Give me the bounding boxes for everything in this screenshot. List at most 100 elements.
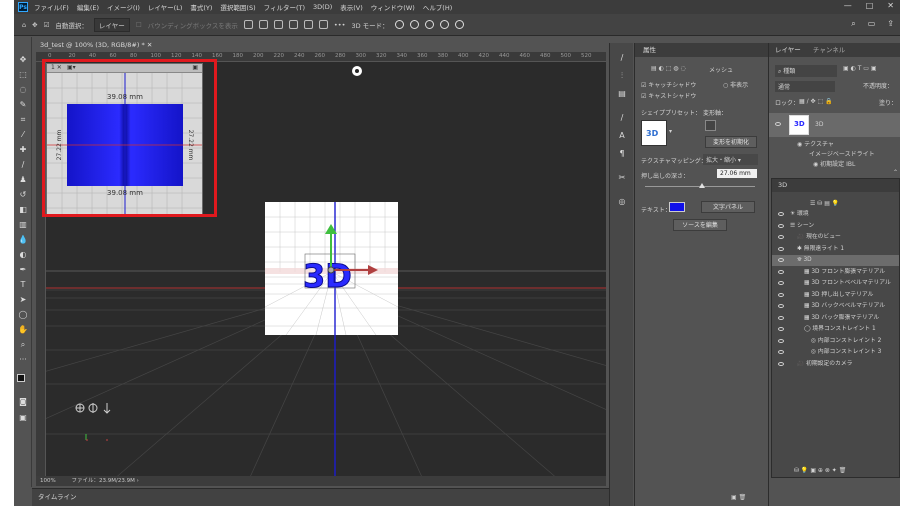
scene-item-visibility-eye-icon[interactable] <box>778 338 784 343</box>
pan-3d-icon[interactable] <box>424 20 434 29</box>
properties-title[interactable]: 属性 <box>643 46 656 54</box>
menu-help[interactable]: ヘルプ(H) <box>423 2 452 12</box>
zoom-level[interactable]: 100% <box>40 478 56 484</box>
scene-item[interactable]: ▦ 3D バックベベルマテリアル <box>772 301 899 312</box>
brush-tool-icon[interactable]: ∕ <box>18 160 28 170</box>
text-color-swatch[interactable] <box>669 202 685 212</box>
channels-tab[interactable]: チャンネル <box>813 46 845 54</box>
lasso-tool-icon[interactable]: ◌ <box>18 85 28 95</box>
orbit-3d-icon[interactable] <box>394 20 404 29</box>
hand-tool-icon[interactable]: ✋ <box>18 325 28 335</box>
scale-3d-icon[interactable] <box>454 20 464 29</box>
scene-item-visibility-eye-icon[interactable] <box>778 258 784 262</box>
deform-axis-widget[interactable] <box>705 120 716 131</box>
scene-item-visibility-eye-icon[interactable] <box>778 223 784 228</box>
pen-tool-icon[interactable]: ✒ <box>18 265 28 275</box>
scene-item[interactable]: ▦ 3D 押し出しマテリアル <box>772 290 899 301</box>
scene-item-visibility-eye-icon[interactable] <box>778 292 784 297</box>
quick-mask-icon[interactable]: ◙ <box>18 397 28 407</box>
slide-3d-icon[interactable] <box>439 20 449 29</box>
healing-brush-icon[interactable]: ✚ <box>18 145 28 155</box>
menu-filter[interactable]: フィルター(T) <box>264 2 305 12</box>
align-bottom-icon[interactable] <box>273 20 283 29</box>
timeline-tab[interactable]: タイムライン <box>38 493 77 501</box>
scene-item-visibility-eye-icon[interactable] <box>778 350 784 354</box>
3d-filter-icons[interactable]: ☰ ⛁ ▤ 💡 <box>810 200 839 207</box>
move-tool-icon[interactable]: ✥ <box>18 55 28 65</box>
adjust-panel-icon[interactable]: ⫶ <box>617 71 627 81</box>
shape-tool-icon[interactable]: ◯ <box>18 310 28 320</box>
layer-row-3d[interactable]: 3D 3D <box>769 113 900 137</box>
character-panel-icon[interactable]: A <box>617 131 627 141</box>
scene-item-visibility-eye-icon[interactable] <box>778 269 784 274</box>
maximize-button[interactable]: □ <box>866 1 874 10</box>
menu-image[interactable]: イメージ(I) <box>107 2 140 12</box>
layer-filter-icons[interactable]: ▣ ◐ T ▭ ▣ <box>843 65 877 72</box>
scene-item-visibility-eye-icon[interactable] <box>778 246 784 251</box>
menu-select[interactable]: 選択範囲(S) <box>220 2 255 12</box>
scene-item-visibility-eye-icon[interactable] <box>778 304 784 308</box>
props-bottom-icons[interactable]: ▣ 🗑 <box>731 494 746 501</box>
foreground-color-swatch[interactable] <box>17 374 25 382</box>
menu-view[interactable]: 表示(V) <box>340 2 363 12</box>
texture-mapping-dropdown[interactable]: 拡大・縮小 ▾ <box>703 154 758 165</box>
shape-preset-thumbnail[interactable]: 3D <box>641 120 667 146</box>
workspace-icon[interactable]: ▭ <box>868 19 876 29</box>
crop-tool-icon[interactable]: ⌗ <box>18 115 28 125</box>
type-tool-icon[interactable]: T <box>18 280 28 290</box>
extrusion-depth-input[interactable]: 27.06 mm <box>717 169 757 178</box>
invisible-checkbox[interactable]: ○ 非表示 <box>723 80 748 89</box>
gradient-tool-icon[interactable]: ▥ <box>18 220 28 230</box>
edit-toolbar-icon[interactable]: ··· <box>18 355 28 365</box>
scene-item[interactable]: ◎ 内部コンストレイント 2 <box>772 336 899 347</box>
edit-source-button[interactable]: ソースを編集 <box>673 219 727 231</box>
reset-deform-button[interactable]: 変形を初期化 <box>705 136 757 148</box>
home-icon[interactable]: ⌂ <box>22 21 26 29</box>
default-ibl-label[interactable]: ◉ 初期設定 IBL <box>813 159 855 168</box>
move-tool-icon[interactable]: ✥ <box>32 21 37 29</box>
scene-item[interactable]: ⛯ 3D <box>772 255 899 266</box>
dodge-tool-icon[interactable]: ◐ <box>18 250 28 260</box>
menu-edit[interactable]: 編集(E) <box>77 2 99 12</box>
close-tab-icon[interactable]: ✕ <box>147 41 152 49</box>
share-icon[interactable]: ⇪ <box>887 19 894 29</box>
blend-mode-dropdown[interactable]: 通常 <box>775 81 835 92</box>
scene-item[interactable]: 🎥 初期設定のカメラ <box>772 359 899 370</box>
scene-item[interactable]: ✱ 無限遠ライト 1 <box>772 244 899 255</box>
3d-panel-icon[interactable]: ◎ <box>617 197 627 207</box>
scene-item-visibility-eye-icon[interactable] <box>778 212 784 216</box>
scene-item-visibility-eye-icon[interactable] <box>778 281 784 285</box>
status-arrow-icon[interactable]: › <box>137 478 139 484</box>
scene-item[interactable]: ▦ 3D フロント膨張マテリアル <box>772 267 899 278</box>
lock-icons[interactable]: ▦ ∕ ✥ ⬚ 🔒 <box>799 98 833 105</box>
layer-filter-dropdown[interactable]: ⌕ 種類 <box>775 65 837 77</box>
eraser-tool-icon[interactable]: ◧ <box>18 205 28 215</box>
cast-shadow-checkbox[interactable]: ☑ キャストシャドウ <box>641 91 696 100</box>
scene-item[interactable]: ◯ 境界コンストレイント 1 <box>772 324 899 335</box>
marquee-tool-icon[interactable]: ⬚ <box>18 70 28 80</box>
menu-layer[interactable]: レイヤー(L) <box>148 2 183 12</box>
auto-select-dropdown[interactable]: レイヤー <box>93 17 130 32</box>
align-left-icon[interactable] <box>288 20 298 29</box>
menu-file[interactable]: ファイル(F) <box>34 2 69 12</box>
3d-panel-title[interactable]: 3D <box>778 181 787 189</box>
brush-panel-icon[interactable]: ∕ <box>617 53 627 63</box>
history-brush-icon[interactable]: ↺ <box>18 190 28 200</box>
menu-type[interactable]: 書式(Y) <box>190 2 212 12</box>
scene-item[interactable]: ▦ 3D バック膨張マテリアル <box>772 313 899 324</box>
auto-select-checkbox[interactable]: ☑ <box>44 21 50 29</box>
history-panel-icon[interactable]: ▤ <box>617 89 627 99</box>
minimize-button[interactable]: — <box>844 1 852 10</box>
close-window-button[interactable]: ✕ <box>887 1 894 10</box>
roll-3d-icon[interactable] <box>409 20 419 29</box>
menu-window[interactable]: ウィンドウ(W) <box>371 2 415 12</box>
menu-3d[interactable]: 3D(D) <box>313 3 332 11</box>
zoom-tool-icon[interactable]: ⌕ <box>18 340 28 350</box>
mesh-tab[interactable]: メッシュ <box>709 65 733 74</box>
paragraph-panel-icon[interactable]: ¶ <box>617 149 627 159</box>
scene-item[interactable]: ◎ 内部コンストレイント 3 <box>772 347 899 358</box>
align-middle-icon[interactable] <box>258 20 268 29</box>
more-options-icon[interactable]: ••• <box>334 21 346 29</box>
scene-item[interactable]: ☀ 環境 <box>772 209 899 220</box>
scene-item[interactable]: ☰ シーン <box>772 221 899 232</box>
